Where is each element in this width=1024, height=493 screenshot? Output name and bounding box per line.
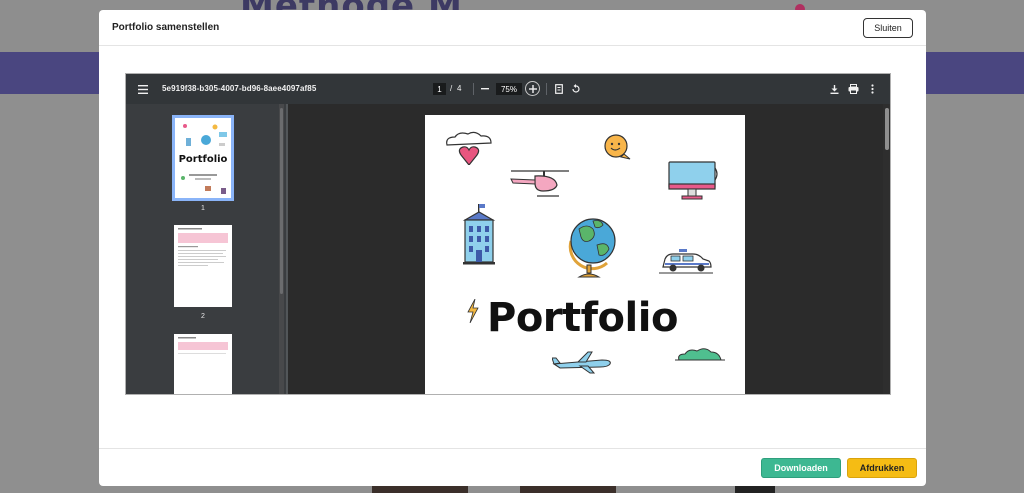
heart-cloud-icon [446,131,492,165]
thumbnail-page-1[interactable]: Portfolio [172,115,234,201]
thumbnail-cover-art: Portfolio [179,124,228,194]
menu-icon[interactable] [136,82,150,96]
document-title: Portfolio [487,295,678,341]
monitor-icon [668,161,718,200]
thumbnail-page-3[interactable] [174,334,232,394]
police-car-icon [659,249,713,274]
close-button[interactable]: Sluiten [863,18,913,38]
smiley-icon [604,134,631,160]
page-separator: / [450,84,453,93]
rotate-icon[interactable] [569,82,583,96]
helicopter-icon [510,170,569,197]
thumbnail-text-art [178,337,228,354]
download-button[interactable]: Downloaden [761,458,841,478]
portfolio-modal: Portfolio samenstellen Sluiten 5e919f38-… [99,10,926,486]
thumbnail-number: 1 [201,205,205,212]
print-button[interactable]: Afdrukken [847,458,917,478]
print-icon[interactable] [845,82,861,96]
airplane-icon [552,351,611,374]
fit-page-icon[interactable] [553,82,565,96]
modal-title: Portfolio samenstellen [112,22,220,33]
thumbnail-text-art [178,228,228,266]
pdf-viewer: 5e919f38-b305-4007-bd96-8aee4097af85 1 /… [125,73,891,395]
modal-footer: Downloaden Afdrukken [99,448,926,486]
page-number-input[interactable]: 1 [433,83,446,95]
building-icon [462,204,496,265]
zoom-out-icon[interactable] [478,82,492,96]
pdf-toolbar: 5e919f38-b305-4007-bd96-8aee4097af85 1 /… [126,74,890,104]
more-icon[interactable] [867,82,877,96]
thumbnail-page-2[interactable] [174,225,232,307]
modal-header: Portfolio samenstellen Sluiten [99,10,926,46]
zoom-input[interactable]: 75% [496,83,522,95]
document-scrollbar-thumb[interactable] [885,108,889,150]
toolbar-divider [546,83,547,95]
globe-icon [568,218,616,278]
zoom-in-icon[interactable] [525,81,540,96]
sidebar-scrollbar-thumb[interactable] [280,108,283,294]
document-page: Portfolio [425,115,745,394]
thumbnail-number: 2 [201,313,205,320]
pdf-filename: 5e919f38-b305-4007-bd96-8aee4097af85 [162,84,317,93]
lightning-icon [467,299,479,323]
thumbnail-title: Portfolio [179,154,228,165]
page-total: 4 [457,84,462,93]
toolbar-divider [473,83,474,95]
cloud-icon [675,348,725,361]
download-icon[interactable] [827,82,841,96]
